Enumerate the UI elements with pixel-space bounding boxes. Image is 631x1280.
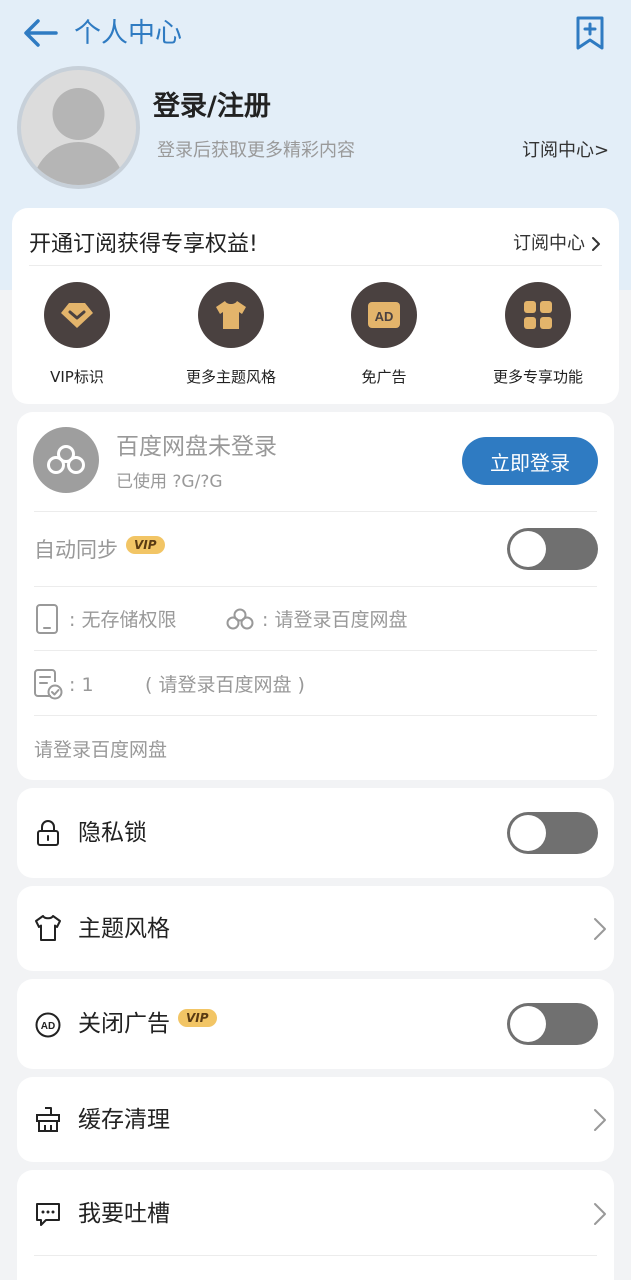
lock-icon — [37, 820, 59, 846]
close-ads-label-row: 关闭广告 VIP — [78, 1007, 217, 1041]
phone-icon — [36, 604, 58, 634]
auto-sync-label: 自动同步 — [34, 538, 118, 562]
divider — [34, 586, 597, 587]
cache-clean-label: 缓存清理 — [78, 1107, 170, 1133]
theme-style-label: 主题风格 — [78, 916, 170, 942]
perk-vip-badge[interactable]: VIP标识 — [12, 282, 142, 388]
cache-clean-row[interactable]: 缓存清理 — [17, 1077, 614, 1162]
baidu-cloud-avatar — [33, 427, 99, 493]
chevron-right-icon — [594, 1203, 606, 1225]
cloud-rings-icon — [47, 445, 85, 474]
page-title: 个人中心 — [74, 18, 182, 49]
privacy-lock-label: 隐私锁 — [78, 820, 147, 846]
storage-permission-text: : 无存储权限 — [69, 609, 177, 631]
perk-label: 更多专享功能 — [492, 368, 583, 386]
divider — [34, 1255, 597, 1256]
privacy-lock-row: 隐私锁 — [17, 788, 614, 878]
perk-icon-circle: AD — [351, 282, 417, 348]
feedback-row[interactable]: 我要吐槽 — [17, 1170, 614, 1280]
grid-icon — [524, 301, 552, 329]
vip-benefits-card: 开通订阅获得专享权益! 订阅中心 VIP标识 更多主题风格 AD 免广告 更多专… — [12, 208, 619, 404]
chevron-right-icon — [594, 1109, 606, 1131]
perk-icon-circle — [44, 282, 110, 348]
subscription-center-link[interactable]: 订阅中心> — [522, 138, 609, 164]
theme-style-row[interactable]: 主题风格 — [17, 886, 614, 971]
ad-icon: AD — [368, 302, 400, 328]
close-ads-toggle[interactable] — [507, 1003, 598, 1045]
divider — [34, 511, 597, 512]
cloud-login-hint: : 请登录百度网盘 — [262, 609, 408, 631]
add-bookmark-icon[interactable] — [574, 15, 606, 51]
baidu-footer-hint: 请登录百度网盘 — [34, 739, 168, 761]
avatar[interactable] — [17, 66, 140, 189]
login-register-title[interactable]: 登录/注册 — [153, 88, 271, 126]
close-ads-row: AD 关闭广告 VIP — [17, 979, 614, 1069]
file-count: : 1 — [69, 674, 94, 696]
tshirt-outline-icon — [35, 915, 61, 941]
perk-icon-circle — [198, 282, 264, 348]
chevron-right-icon — [594, 918, 606, 940]
privacy-lock-toggle[interactable] — [507, 812, 598, 854]
app-header: 个人中心 — [0, 0, 631, 68]
baidu-netdisk-card: 百度网盘未登录 已使用 ?G/?G 立即登录 自动同步 VIP : 无存储权限 :… — [17, 412, 614, 780]
auto-sync-toggle[interactable] — [507, 528, 598, 570]
file-sync-icon — [34, 669, 63, 700]
perk-more-features[interactable]: 更多专享功能 — [473, 282, 603, 388]
back-arrow-icon[interactable] — [22, 16, 60, 50]
perk-no-ads[interactable]: AD 免广告 — [319, 282, 449, 388]
file-login-hint: ( 请登录百度网盘 ) — [145, 674, 305, 696]
perk-more-themes[interactable]: 更多主题风格 — [166, 282, 296, 388]
cloud-rings-small-icon — [226, 608, 254, 630]
perk-icon-circle — [505, 282, 571, 348]
divider — [34, 650, 597, 651]
perk-label: VIP标识 — [50, 368, 104, 386]
default-user-icon — [32, 88, 125, 185]
login-now-button[interactable]: 立即登录 — [462, 437, 598, 485]
baidu-storage-used: 已使用 ?G/?G — [116, 472, 223, 492]
feedback-label: 我要吐槽 — [78, 1201, 170, 1227]
tshirt-icon — [216, 301, 246, 329]
vip-badge: VIP — [126, 536, 165, 554]
divider — [29, 265, 602, 266]
vip-card-title: 开通订阅获得专享权益! — [29, 232, 258, 257]
close-ads-label: 关闭广告 — [78, 1011, 170, 1037]
vip-diamond-icon — [61, 303, 93, 328]
perk-label: 更多主题风格 — [185, 368, 276, 386]
svg-text:AD: AD — [41, 1021, 55, 1032]
chevron-right-icon — [592, 237, 600, 251]
chat-bubble-icon — [36, 1203, 60, 1226]
broom-icon — [36, 1107, 60, 1132]
perk-label: 免广告 — [361, 368, 407, 386]
baidu-account-name: 百度网盘未登录 — [116, 434, 277, 460]
vip-subscription-link[interactable]: 订阅中心 — [513, 230, 601, 258]
vip-badge: VIP — [178, 1009, 217, 1027]
vip-subscription-link-label: 订阅中心 — [513, 233, 585, 254]
auto-sync-row: 自动同步 VIP — [34, 534, 165, 566]
svg-text:AD: AD — [375, 309, 394, 324]
login-subtitle: 登录后获取更多精彩内容 — [157, 140, 355, 161]
divider — [34, 715, 597, 716]
ad-circle-icon: AD — [35, 1012, 61, 1038]
